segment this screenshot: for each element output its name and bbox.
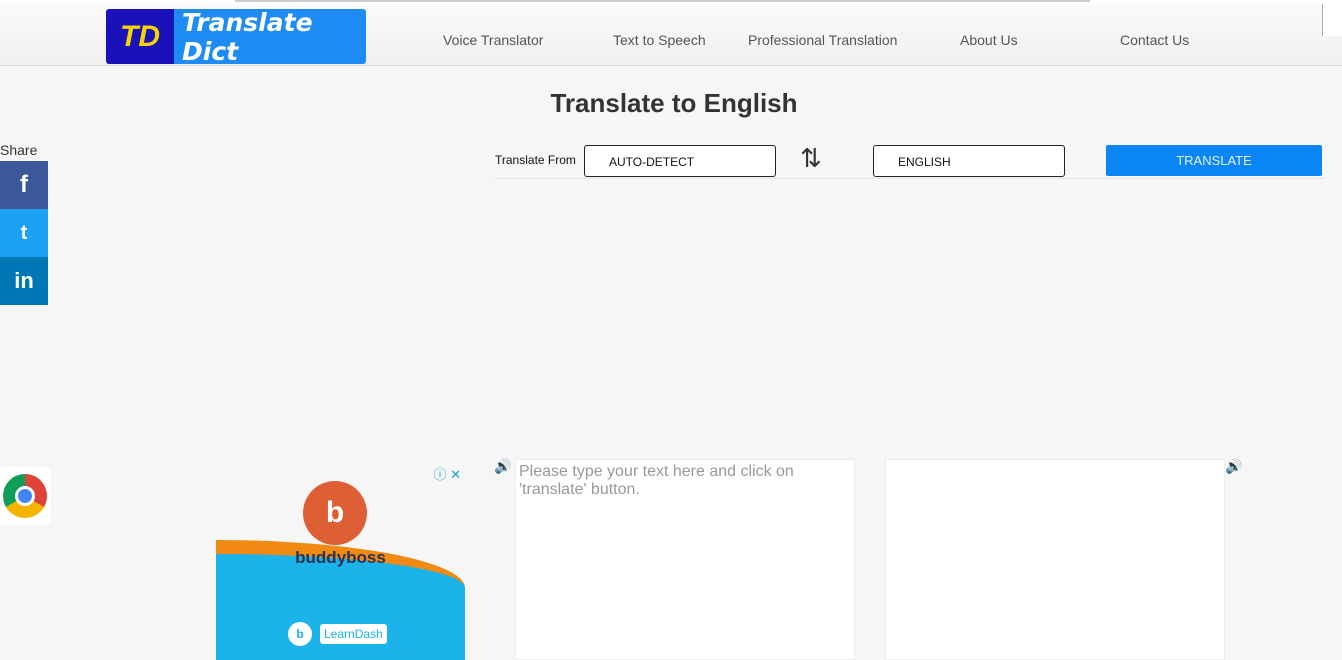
learndash-logo: LearnDash xyxy=(320,624,387,644)
output-speaker-icon[interactable]: 🔊 xyxy=(1225,458,1242,474)
ad-brand: buddyboss xyxy=(295,548,386,567)
twitter-share-button[interactable]: t xyxy=(0,209,48,257)
swap-languages-icon[interactable]: ⇅ xyxy=(800,143,822,173)
translate-button[interactable]: TRANSLATE xyxy=(1106,145,1322,176)
nav-contact-us[interactable]: Contact Us xyxy=(1120,32,1189,48)
buddyboss-logo-icon: b xyxy=(303,481,367,545)
facebook-share-button[interactable]: f xyxy=(0,161,48,209)
source-text-input[interactable] xyxy=(516,460,854,659)
logo-mark: TD xyxy=(106,9,174,64)
site-header: TD Translate Dict Voice Translator Text … xyxy=(0,4,1342,66)
page-title: Translate to English xyxy=(550,88,798,118)
source-language-select[interactable]: AUTO-DETECT xyxy=(584,145,776,177)
linkedin-share-button[interactable]: in xyxy=(0,257,48,305)
source-speaker-icon[interactable]: 🔊 xyxy=(494,458,511,474)
source-text-area[interactable] xyxy=(515,459,855,660)
page-corner-fold xyxy=(1322,4,1342,36)
logo-text: Translate Dict xyxy=(174,9,366,64)
nav-professional-translation[interactable]: Professional Translation xyxy=(748,32,897,48)
buddyboss-small-icon: b xyxy=(288,622,312,646)
chrome-icon[interactable] xyxy=(0,467,50,525)
translate-from-label: Translate From xyxy=(495,153,576,167)
advertisement[interactable]: ⓘ ✕ b buddyboss b LearnDash xyxy=(216,462,465,660)
nav-voice-translator[interactable]: Voice Translator xyxy=(443,32,543,48)
translation-output-area[interactable] xyxy=(885,459,1225,660)
nav-about-us[interactable]: About Us xyxy=(960,32,1018,48)
divider xyxy=(495,178,1325,179)
share-label: Share xyxy=(0,142,38,158)
logo[interactable]: TD Translate Dict xyxy=(106,9,366,64)
ad-info-close-icon[interactable]: ⓘ ✕ xyxy=(433,464,461,483)
nav-text-to-speech[interactable]: Text to Speech xyxy=(613,32,706,48)
target-language-select[interactable]: ENGLISH xyxy=(873,145,1065,177)
